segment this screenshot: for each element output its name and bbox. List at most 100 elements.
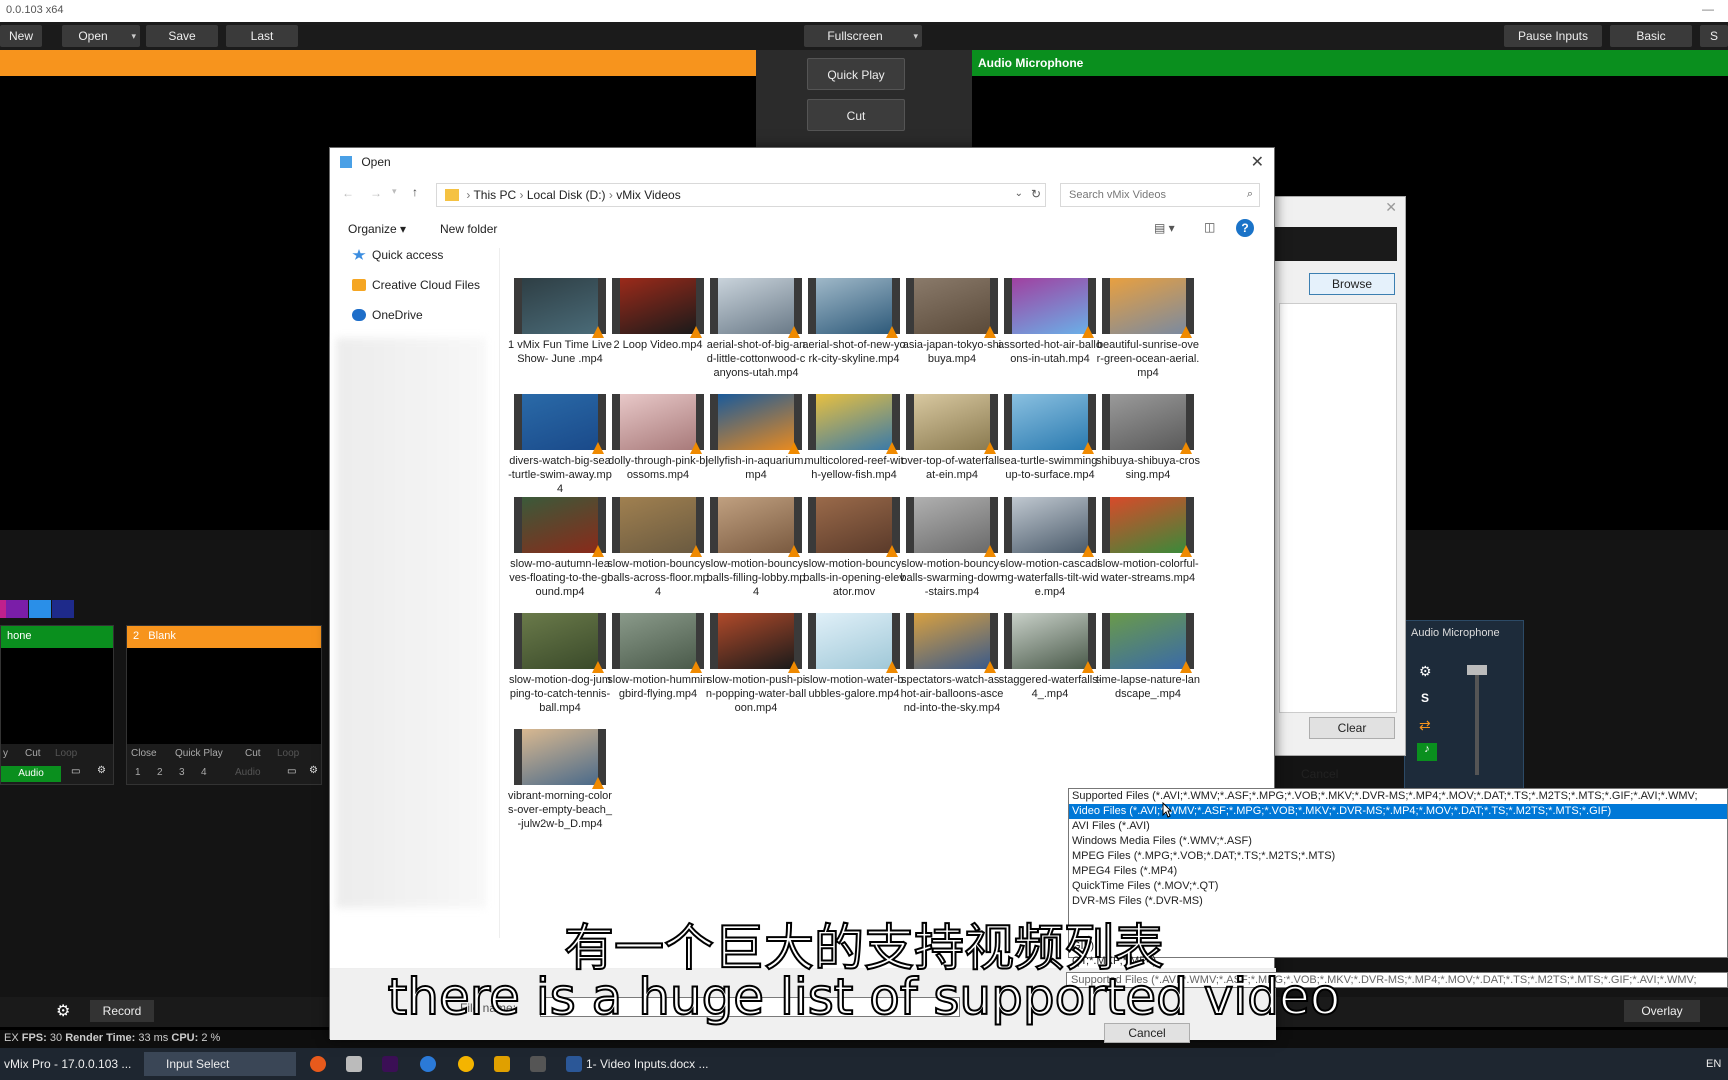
file-item[interactable]: jellyfish-in-aquarium.mp4 bbox=[704, 394, 808, 482]
film-icon[interactable] bbox=[530, 1056, 546, 1072]
dialog-cancel-button[interactable]: Cancel bbox=[1104, 1023, 1190, 1043]
taskbar-word[interactable]: 1- Video Inputs.docx ... bbox=[586, 1052, 709, 1076]
cut-control[interactable]: Cut bbox=[245, 748, 261, 759]
breadcrumb[interactable]: › This PC › Local Disk (D:) › vMix Video… bbox=[436, 183, 1046, 207]
pause-inputs-button[interactable]: Pause Inputs bbox=[1504, 25, 1602, 47]
breadcrumb-this-pc[interactable]: This PC bbox=[473, 188, 516, 202]
language-indicator[interactable]: EN bbox=[1706, 1052, 1721, 1076]
close-icon[interactable]: ✕ bbox=[1385, 199, 1397, 216]
file-item[interactable]: slow-motion-hummingbird-flying.mp4 bbox=[606, 613, 710, 701]
audio-button[interactable]: Audio bbox=[1, 766, 61, 782]
color-swatch[interactable] bbox=[6, 600, 28, 618]
app-icon[interactable] bbox=[346, 1056, 362, 1072]
color-swatch[interactable] bbox=[29, 600, 51, 618]
file-item[interactable]: slow-motion-bouncy-balls-in-opening-elev… bbox=[802, 497, 906, 599]
help-icon[interactable]: ? bbox=[1236, 219, 1254, 237]
file-type-option[interactable]: MPEG Files (*.MPG;*.VOB;*.DAT;*.TS;*.M2T… bbox=[1069, 849, 1727, 864]
file-item[interactable]: over-top-of-waterfall-at-ein.mp4 bbox=[900, 394, 1004, 482]
file-item[interactable]: slow-motion-bouncy-balls-swarming-down-s… bbox=[900, 497, 1004, 599]
basic-button[interactable]: Basic bbox=[1610, 25, 1692, 47]
input-control[interactable]: y bbox=[3, 748, 8, 759]
overlay-3-button[interactable]: 3 bbox=[179, 767, 185, 778]
nav-creative-cloud[interactable]: Creative Cloud Files bbox=[352, 278, 480, 292]
browse-button[interactable]: Browse bbox=[1309, 273, 1395, 295]
gear-icon[interactable]: ⚙ bbox=[97, 765, 106, 776]
nav-onedrive[interactable]: OneDrive bbox=[352, 308, 423, 322]
file-item[interactable]: shibuya-shibuya-crossing.mp4 bbox=[1096, 394, 1200, 482]
file-item[interactable]: spectators-watch-as-hot-air-balloons-asc… bbox=[900, 613, 1004, 715]
new-button[interactable]: New bbox=[0, 25, 42, 47]
file-type-option[interactable]: DVR-MS Files (*.DVR-MS) bbox=[1069, 894, 1727, 909]
file-item[interactable]: 1 vMix Fun Time Live Show- June .mp4 bbox=[508, 278, 612, 366]
gear-icon[interactable]: ⚙ bbox=[309, 765, 318, 776]
volume-slider-track[interactable] bbox=[1475, 665, 1479, 775]
file-item[interactable]: aerial-shot-of-new-york-city-skyline.mp4 bbox=[802, 278, 906, 366]
cancel-button[interactable]: Cancel bbox=[1301, 767, 1338, 781]
taskbar-vmix[interactable]: vMix Pro - 17.0.0.103 ... bbox=[4, 1052, 131, 1076]
overlay-2-button[interactable]: 2 bbox=[157, 767, 163, 778]
file-item[interactable]: slow-mo-autumn-leaves-floating-to-the-gr… bbox=[508, 497, 612, 599]
loop-control[interactable]: Loop bbox=[55, 748, 77, 759]
monitor-icon[interactable]: ▭ bbox=[71, 766, 80, 777]
back-arrow-icon[interactable]: ← bbox=[342, 186, 354, 200]
cut-control[interactable]: Cut bbox=[25, 748, 41, 759]
file-item[interactable]: dolly-through-pink-blossoms.mp4 bbox=[606, 394, 710, 482]
last-button[interactable]: Last bbox=[226, 25, 298, 47]
cut-button[interactable]: Cut bbox=[807, 99, 905, 131]
input-tile-1[interactable]: hone y Cut Loop Audio ▭ ⚙ bbox=[0, 625, 114, 785]
premiere-icon[interactable] bbox=[382, 1056, 398, 1072]
open-button[interactable]: Open bbox=[62, 25, 140, 47]
file-item[interactable]: slow-motion-bouncy-balls-filling-lobby.m… bbox=[704, 497, 808, 599]
speaker-icon[interactable]: ♪ bbox=[1417, 743, 1437, 761]
s-button[interactable]: S bbox=[1700, 25, 1728, 47]
browser-icon[interactable] bbox=[310, 1056, 326, 1072]
breadcrumb-vmix-videos[interactable]: vMix Videos bbox=[616, 188, 680, 202]
solo-button[interactable]: S bbox=[1421, 691, 1429, 705]
monitor-icon[interactable]: ▭ bbox=[287, 766, 296, 777]
file-item[interactable]: slow-motion-bouncy-balls-across-floor.mp… bbox=[606, 497, 710, 599]
breadcrumb-local-disk[interactable]: Local Disk (D:) bbox=[527, 188, 606, 202]
clear-button[interactable]: Clear bbox=[1309, 717, 1395, 739]
app-icon[interactable] bbox=[420, 1056, 436, 1072]
file-item[interactable]: slow-motion-colorful-water-streams.mp4 bbox=[1096, 497, 1200, 585]
file-item[interactable]: slow-motion-water-bubbles-galore.mp4 bbox=[802, 613, 906, 701]
quick-play-control[interactable]: Quick Play bbox=[175, 748, 223, 759]
overlay-4-button[interactable]: 4 bbox=[201, 767, 207, 778]
file-item[interactable]: 2 Loop Video.mp4 bbox=[606, 278, 710, 352]
file-type-option[interactable]: AVI Files (*.AVI) bbox=[1069, 819, 1727, 834]
close-control[interactable]: Close bbox=[131, 748, 157, 759]
file-type-option[interactable]: Windows Media Files (*.WMV;*.ASF) bbox=[1069, 834, 1727, 849]
save-button[interactable]: Save bbox=[146, 25, 218, 47]
chevron-down-icon[interactable]: ⌄ bbox=[1015, 188, 1023, 199]
fullscreen-button[interactable]: Fullscreen bbox=[804, 25, 922, 47]
quick-play-button[interactable]: Quick Play bbox=[807, 58, 905, 90]
forward-arrow-icon[interactable]: → bbox=[370, 186, 382, 200]
file-item[interactable]: asia-japan-tokyo-shibuya.mp4 bbox=[900, 278, 1004, 366]
color-swatch[interactable] bbox=[52, 600, 74, 618]
file-type-option[interactable]: QuickTime Files (*.MOV;*.QT) bbox=[1069, 879, 1727, 894]
file-type-option[interactable]: MPEG4 Files (*.MP4) bbox=[1069, 864, 1727, 879]
folder-icon[interactable] bbox=[494, 1056, 510, 1072]
new-folder-button[interactable]: New folder bbox=[440, 222, 497, 236]
search-input[interactable]: Search vMix Videos ⌕ bbox=[1060, 183, 1260, 207]
refresh-icon[interactable]: ↻ bbox=[1031, 187, 1041, 201]
input-tile-2[interactable]: 2 Blank Close Quick Play Cut Loop 1 2 3 … bbox=[126, 625, 322, 785]
organize-button[interactable]: Organize ▾ bbox=[348, 222, 406, 236]
up-arrow-icon[interactable]: ↑ bbox=[412, 185, 418, 199]
file-item[interactable]: aerial-shot-of-big-and-little-cottonwood… bbox=[704, 278, 808, 380]
volume-slider-handle[interactable] bbox=[1467, 665, 1487, 675]
file-item[interactable]: vibrant-morning-colors-over-empty-beach_… bbox=[508, 729, 612, 831]
file-item[interactable]: slow-motion-dog-jumping-to-catch-tennis-… bbox=[508, 613, 612, 715]
overlay-1-button[interactable]: 1 bbox=[135, 767, 141, 778]
swap-icon[interactable]: ⇄ bbox=[1419, 717, 1431, 734]
gear-icon[interactable]: ⚙ bbox=[1419, 663, 1432, 680]
taskbar-input-select[interactable]: Input Select bbox=[144, 1052, 296, 1076]
close-icon[interactable]: ✕ bbox=[1251, 152, 1264, 172]
view-options-icon[interactable]: ▤ ▾ bbox=[1154, 221, 1175, 235]
recent-dropdown-icon[interactable]: ▾ bbox=[392, 186, 397, 197]
file-item[interactable]: sea-turtle-swimming-up-to-surface.mp4 bbox=[998, 394, 1102, 482]
file-item[interactable]: beautiful-sunrise-over-green-ocean-aeria… bbox=[1096, 278, 1200, 380]
nav-quick-access[interactable]: Quick access bbox=[352, 248, 443, 262]
audio-button[interactable]: Audio bbox=[235, 767, 261, 778]
file-item[interactable]: multicolored-reef-with-yellow-fish.mp4 bbox=[802, 394, 906, 482]
